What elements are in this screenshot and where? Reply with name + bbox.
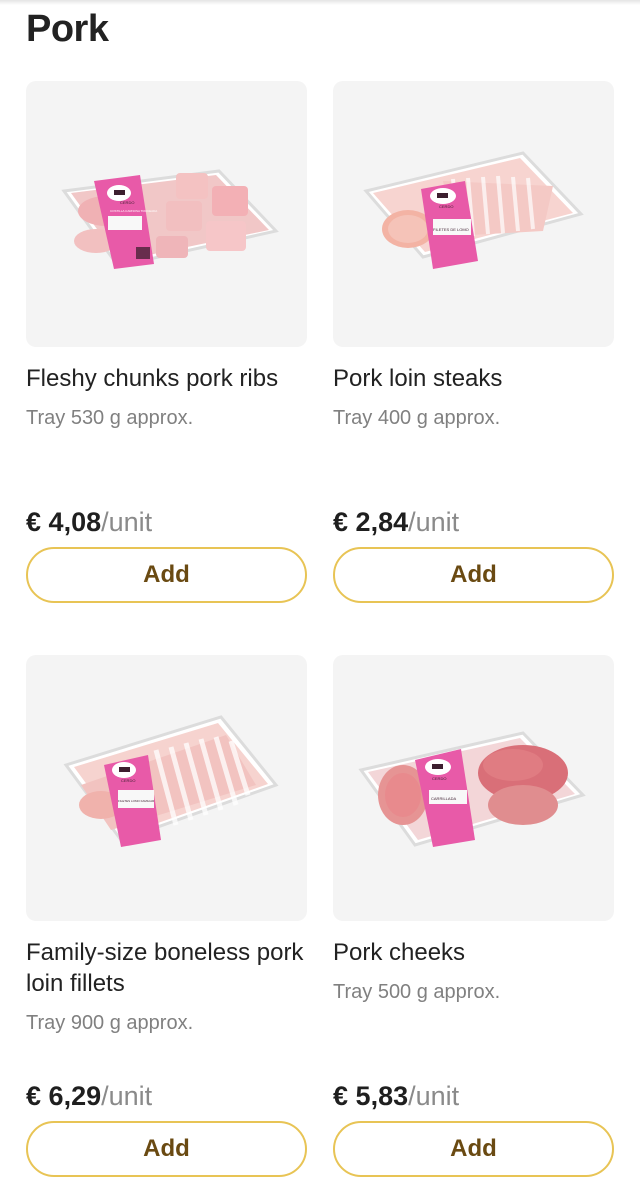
product-image[interactable]: CERDO FILETES LOMO FAMILIAR: [26, 655, 307, 921]
top-bar-shadow: [0, 0, 640, 5]
product-card-pork-cheeks[interactable]: CERDO CARRILLADA Pork cheeks Tray 500 g …: [333, 655, 614, 1179]
add-to-cart-button[interactable]: Add: [333, 547, 614, 603]
product-name[interactable]: Family-size boneless pork loin fillets: [26, 937, 307, 999]
price-currency: €: [333, 507, 349, 537]
package-brand-text: CERDO: [121, 778, 135, 783]
product-card-family-loin-fillets[interactable]: CERDO FILETES LOMO FAMILIAR Family-size …: [26, 655, 307, 1179]
pork-ribs-tray-image: CERDO COSTILLA CARNOSA TROCEADA: [61, 169, 279, 269]
package-label-text: FILETES LOMO FAMILIAR: [118, 799, 155, 803]
product-name[interactable]: Pork cheeks: [333, 937, 614, 968]
price-value: 6,29: [48, 1081, 102, 1111]
product-image[interactable]: CERDO COSTILLA CARNOSA TROCEADA: [26, 81, 307, 347]
price-currency: €: [26, 1081, 42, 1111]
product-description: Tray 900 g approx.: [26, 1012, 194, 1034]
price-value: 2,84: [355, 507, 409, 537]
add-to-cart-button[interactable]: Add: [26, 1121, 307, 1177]
product-price: € 6,29/unit: [26, 1080, 152, 1112]
product-card-pork-ribs[interactable]: CERDO COSTILLA CARNOSA TROCEADA Fleshy c…: [26, 81, 307, 605]
package-brand-text: CERDO: [439, 204, 453, 209]
product-description: Tray 530 g approx.: [26, 407, 194, 429]
add-to-cart-button[interactable]: Add: [26, 547, 307, 603]
product-description: Tray 500 g approx.: [333, 981, 501, 1003]
pork-loin-steaks-tray-image: CERDO FILETES DE LOMO: [363, 151, 584, 269]
package-label-text: FILETES DE LOMO: [433, 227, 469, 232]
product-price: € 4,08/unit: [26, 506, 152, 538]
price-value: 4,08: [48, 507, 102, 537]
package-label-text: CARRILLADA: [431, 796, 456, 801]
price-unit: /unit: [408, 1081, 460, 1111]
price-value: 5,83: [355, 1081, 409, 1111]
product-image[interactable]: CERDO FILETES DE LOMO: [333, 81, 614, 347]
price-currency: €: [26, 507, 42, 537]
pork-loin-fillets-tray-image: CERDO FILETES LOMO FAMILIAR: [63, 715, 279, 847]
package-label-text: COSTILLA CARNOSA TROCEADA: [110, 209, 157, 213]
product-description: Tray 400 g approx.: [333, 407, 501, 429]
price-unit: /unit: [101, 1081, 153, 1111]
package-brand-text: CERDO: [432, 776, 446, 781]
price-currency: €: [333, 1081, 349, 1111]
section-title: Pork: [26, 8, 109, 50]
product-price: € 5,83/unit: [333, 1080, 459, 1112]
product-name[interactable]: Pork loin steaks: [333, 363, 614, 394]
product-price: € 2,84/unit: [333, 506, 459, 538]
product-card-pork-loin-steaks[interactable]: CERDO FILETES DE LOMO Pork loin steaks T…: [333, 81, 614, 605]
product-image[interactable]: CERDO CARRILLADA: [333, 655, 614, 921]
price-unit: /unit: [101, 507, 153, 537]
add-to-cart-button[interactable]: Add: [333, 1121, 614, 1177]
pork-cheeks-tray-image: CERDO CARRILLADA: [358, 731, 586, 847]
product-name[interactable]: Fleshy chunks pork ribs: [26, 363, 307, 394]
price-unit: /unit: [408, 507, 460, 537]
package-brand-text: CERDO: [120, 200, 134, 205]
